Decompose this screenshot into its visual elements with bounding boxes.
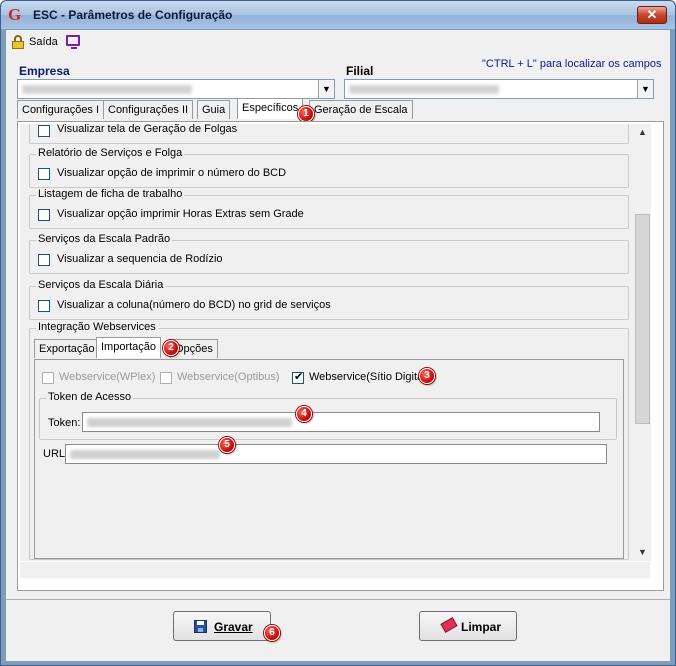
tab-guia[interactable]: Guia xyxy=(197,100,231,119)
group-escala-padrao: Serviços da Escala Padrão Visualizar a s… xyxy=(29,233,629,274)
main-window: G ESC - Parâmetros de Configuração ✕ Saí… xyxy=(0,0,676,666)
checkbox-horas-extras[interactable] xyxy=(38,209,50,221)
callout-badge-5: 5 xyxy=(219,437,235,453)
callout-badge-3: 3 xyxy=(419,368,435,384)
scroll-content: Visualizar tela de Geração de Folgas Rel… xyxy=(20,124,634,561)
save-button-label: Gravar xyxy=(214,620,253,634)
scroll-down-icon[interactable]: ▼ xyxy=(634,544,651,561)
tab-especificos[interactable]: Específicos xyxy=(237,98,304,119)
group-integracao-webservices: Integração Webservices Exportação Import… xyxy=(29,321,629,560)
group-token-acesso: Token de Acesso Token: xyxy=(39,391,617,440)
checkbox-sequencia-rodizio[interactable] xyxy=(38,254,50,266)
checkbox-imprimir-bcd[interactable] xyxy=(38,168,50,180)
tab-configuracoes-1[interactable]: Configurações I xyxy=(17,100,105,119)
callout-badge-2: 2 xyxy=(163,340,179,356)
option-label: Webservice(Sítio Digital xyxy=(309,371,426,383)
group-title: Serviços da Escala Padrão xyxy=(36,233,173,245)
checkbox-geracao-folgas[interactable] xyxy=(38,125,50,137)
filial-label: Filial xyxy=(346,64,374,78)
floppy-disk-icon xyxy=(194,620,207,633)
url-input[interactable] xyxy=(65,444,607,464)
client-area: Saída Empresa Filial "CTRL + L" para loc… xyxy=(6,30,670,661)
tab-geracao-de-escala[interactable]: Geração de Escala xyxy=(309,100,413,119)
option-label: Visualizar opção de imprimir o número do… xyxy=(57,167,287,179)
callout-badge-1: 1 xyxy=(298,106,314,122)
option-label: Webservice(Optibus) xyxy=(177,371,280,383)
eraser-icon xyxy=(440,617,458,633)
clear-button[interactable]: Limpar xyxy=(419,611,517,641)
chevron-down-icon[interactable]: ▼ xyxy=(318,80,334,98)
monitor-icon[interactable] xyxy=(66,35,80,49)
lock-icon[interactable] xyxy=(12,35,24,49)
save-button[interactable]: Gravar xyxy=(173,611,271,641)
tab-exportacao[interactable]: Exportação xyxy=(34,339,100,358)
tab-configuracoes-2[interactable]: Configurações II xyxy=(103,100,194,119)
clear-button-label: Limpar xyxy=(461,620,502,634)
footer-divider xyxy=(6,599,670,600)
option-label: Visualizar a sequencia de Rodízio xyxy=(57,253,223,265)
checkbox-coluna-bcd[interactable] xyxy=(38,300,50,312)
horizontal-scrollbar[interactable] xyxy=(20,562,650,578)
window-title: ESC - Parâmetros de Configuração xyxy=(33,8,233,22)
callout-badge-4: 4 xyxy=(296,406,312,422)
checkbox-sitio-digital[interactable] xyxy=(292,370,304,384)
vertical-scrollbar[interactable]: ▲ ▼ xyxy=(634,124,651,561)
checkbox-wplex[interactable] xyxy=(42,372,54,384)
url-label: URL xyxy=(43,448,66,460)
group-title: Serviços da Escala Diária xyxy=(36,279,166,291)
tab-importacao[interactable]: Importação xyxy=(96,337,162,358)
option-label: Webservice(WPlex) xyxy=(59,371,156,383)
menu-bar: Saída xyxy=(6,30,670,54)
chevron-down-icon[interactable]: ▼ xyxy=(637,80,653,98)
group-folgas: Visualizar tela de Geração de Folgas xyxy=(29,124,629,144)
token-input[interactable] xyxy=(82,412,600,432)
option-label: Visualizar tela de Geração de Folgas xyxy=(57,124,238,135)
group-relatorio: Relatório de Serviços e Folga Visualizar… xyxy=(29,147,629,188)
title-bar[interactable]: G ESC - Parâmetros de Configuração ✕ xyxy=(1,1,675,29)
token-label: Token: xyxy=(48,417,81,429)
group-listagem: Listagem de ficha de trabalho Visualizar… xyxy=(29,188,629,229)
empresa-label: Empresa xyxy=(19,64,70,78)
importacao-panel: Webservice(WPlex) Webservice(Optibus) We… xyxy=(34,359,624,559)
especificos-panel: Visualizar tela de Geração de Folgas Rel… xyxy=(17,121,664,591)
callout-badge-6: 6 xyxy=(264,625,280,641)
close-button[interactable]: ✕ xyxy=(637,6,667,24)
search-hint: "CTRL + L" para localizar os campos xyxy=(482,58,662,70)
group-title: Integração Webservices xyxy=(36,321,158,333)
checkbox-optibus[interactable] xyxy=(160,372,172,384)
scroll-up-icon[interactable]: ▲ xyxy=(634,124,651,141)
scroll-thumb[interactable] xyxy=(635,214,650,424)
group-title: Relatório de Serviços e Folga xyxy=(36,147,185,159)
group-title: Listagem de ficha de trabalho xyxy=(36,188,185,200)
group-escala-diaria: Serviços da Escala Diária Visualizar a c… xyxy=(29,279,629,320)
filial-combo[interactable]: ▼ xyxy=(344,79,654,99)
group-title: Token de Acesso xyxy=(46,391,134,403)
empresa-combo[interactable]: ▼ xyxy=(17,79,335,99)
app-logo-icon: G xyxy=(8,5,22,24)
integration-tabs: Exportação Importação Opções xyxy=(34,337,624,359)
menu-saida[interactable]: Saída xyxy=(29,36,58,48)
option-label: Visualizar a coluna(número do BCD) no gr… xyxy=(57,299,331,311)
option-label: Visualizar opção imprimir Horas Extras s… xyxy=(57,208,304,220)
